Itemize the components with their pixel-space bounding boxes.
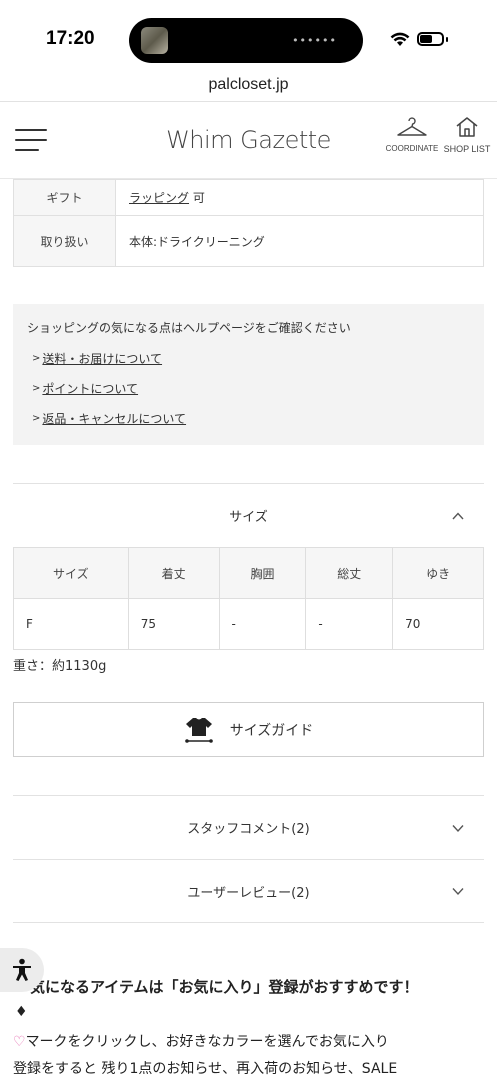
promo-line-1: マークをクリックし、お好きなカラーを選んでお気に入り [25,1034,389,1050]
promo-text-line: ♡マークをクリックし、お好きなカラーを選んでお気に入り [13,1031,389,1051]
coordinate-button[interactable]: COORDINATE [384,116,440,153]
wrapping-link[interactable]: ラッピング [129,191,189,205]
chevron-down-icon [452,888,464,896]
size-header-cell: ゆき [392,547,484,599]
wifi-icon [390,32,410,46]
favorite-promo-title: 気になるアイテムは「お気に入り」登録がおすすめです！ [30,978,419,996]
user-review-accordion[interactable]: ユーザーレビュー(2) [13,859,484,923]
product-info-table: ギフト ラッピング 可 取り扱い 本体:ドライクリーニング [13,179,484,267]
size-header-cell: 着丈 [127,547,220,599]
help-link-label: ポイントについて [42,381,139,396]
coordinate-label: COORDINATE [385,144,439,153]
size-cell: 70 [392,598,484,650]
size-cell: 75 [127,598,220,650]
size-table-header-row: サイズ 着丈 胸囲 総丈 ゆき [13,547,484,599]
help-link-returns[interactable]: > 返品・キャンセルについて [27,403,470,433]
tshirt-ruler-icon [184,717,213,743]
site-header: Whim Gazette COORDINATE SHOP LIST [0,101,497,179]
info-key: ギフト [13,179,116,216]
table-row: F 75 - - 70 [13,598,484,650]
battery-icon [417,32,444,46]
promo-line-2: 登録をすると 残り1点のお知らせ、再入荷のお知らせ、SALE [13,1061,398,1077]
diamond-bullet: ♦ [15,1004,28,1020]
size-cell: - [218,598,307,650]
size-guide-button[interactable]: サイズガイド [13,702,484,757]
info-value: 本体:ドライクリーニング [115,215,484,267]
size-guide-label: サイズガイド [229,722,314,739]
dynamic-island[interactable]: •••••• [129,18,363,63]
help-link-shipping[interactable]: > 送料・お届けについて [27,343,470,373]
battery-tip [446,37,448,42]
size-cell: - [305,598,394,650]
product-weight: 重さ：約1130g [13,659,107,674]
size-accordion-header[interactable]: サイズ [13,483,484,547]
size-header-cell: サイズ [13,547,129,599]
info-value: ラッピング 可 [115,179,484,216]
chevron-down-icon [452,824,464,832]
island-dots-icon: •••••• [292,34,337,47]
now-playing-thumbnail [141,27,168,54]
accessibility-icon [13,958,31,981]
accessibility-button[interactable] [0,948,44,992]
info-value-rest: 可 [189,191,205,205]
chevron-right-icon: > [32,352,41,364]
chevron-right-icon: > [32,382,41,394]
status-bar: 17:20 •••••• palcloset.jp [0,0,497,93]
size-header-cell: 総丈 [305,547,394,599]
help-box: ショッピングの気になる点はヘルプページをご確認ください > 送料・お届けについて… [13,304,484,445]
size-table: サイズ 着丈 胸囲 総丈 ゆき F 75 - - 70 [13,547,484,650]
help-link-points[interactable]: > ポイントについて [27,373,470,403]
table-row: 取り扱い 本体:ドライクリーニング [13,215,484,267]
help-intro: ショッピングの気になる点はヘルプページをご確認ください [27,321,351,335]
shop-house-icon [456,117,478,137]
chevron-up-icon [452,511,464,519]
heart-icon: ♡ [13,1034,26,1050]
help-link-label: 送料・お届けについて [42,351,163,366]
status-time: 17:20 [46,28,95,49]
help-link-label: 返品・キャンセルについて [42,411,187,426]
size-cell: F [13,598,129,650]
shop-list-button[interactable]: SHOP LIST [441,116,493,154]
chevron-right-icon: > [32,412,41,424]
table-row: ギフト ラッピング 可 [13,179,484,216]
address-bar-url[interactable]: palcloset.jp [0,76,497,94]
staff-comment-accordion[interactable]: スタッフコメント(2) [13,795,484,859]
size-header-cell: 胸囲 [218,547,307,599]
hanger-icon [397,117,427,136]
size-section-title: サイズ [229,510,268,525]
info-key: 取り扱い [13,215,116,267]
shop-list-label: SHOP LIST [443,144,491,154]
staff-comment-label: スタッフコメント(2) [187,822,310,837]
user-review-label: ユーザーレビュー(2) [187,885,310,901]
